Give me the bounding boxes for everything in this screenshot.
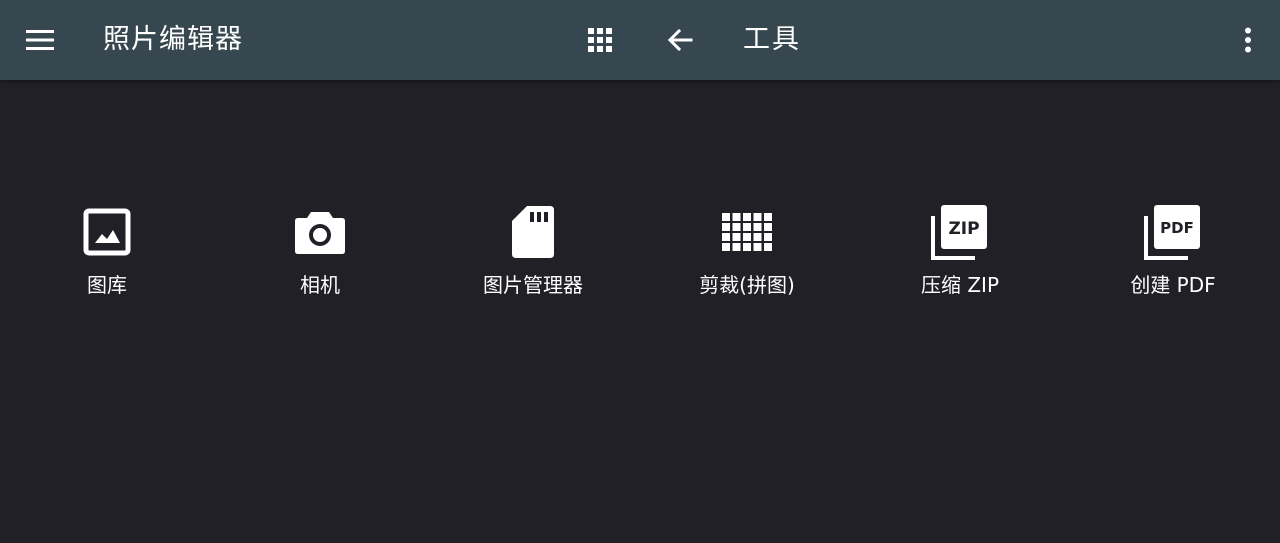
tool-image-manager[interactable]: 图片管理器 (443, 200, 623, 310)
tools-row: 图库 相机 图片管理器 剪裁(拼图) ZIP 压缩 ZIP PDF 创建 PDF (0, 200, 1280, 320)
app-title: 照片编辑器 (103, 24, 243, 55)
tool-label: 图片管理器 (483, 273, 583, 297)
image-icon (83, 208, 131, 256)
zip-icon: ZIP (931, 205, 987, 260)
tool-label: 相机 (300, 273, 340, 297)
tool-create-pdf[interactable]: PDF 创建 PDF (1083, 200, 1263, 310)
more-vert-icon (1245, 27, 1251, 53)
more-options-button[interactable] (1228, 20, 1268, 60)
tool-label: 压缩 ZIP (920, 273, 1000, 297)
tool-label: 图库 (87, 273, 127, 297)
menu-button[interactable] (20, 20, 60, 60)
tool-label: 剪裁(拼图) (699, 273, 795, 297)
tool-gallery[interactable]: 图库 (17, 200, 197, 310)
camera-icon (295, 212, 345, 254)
pdf-badge-text: PDF (1160, 219, 1194, 237)
sd-card-icon (512, 206, 554, 258)
back-button[interactable] (660, 20, 700, 60)
tool-camera[interactable]: 相机 (230, 200, 410, 310)
tool-label: 创建 PDF (1130, 273, 1216, 297)
zip-badge-text: ZIP (948, 219, 979, 239)
grid-split-icon (722, 213, 772, 251)
section-title: 工具 (743, 24, 801, 55)
hamburger-menu-icon (26, 30, 54, 50)
pdf-icon: PDF (1144, 205, 1200, 260)
tool-crop-split[interactable]: 剪裁(拼图) (657, 200, 837, 310)
tool-zip[interactable]: ZIP 压缩 ZIP (870, 200, 1050, 310)
apps-grid-button[interactable] (580, 20, 620, 60)
arrow-back-icon (667, 28, 693, 52)
app-bar: 照片编辑器 工具 (0, 0, 1280, 80)
apps-grid-icon (588, 28, 612, 52)
